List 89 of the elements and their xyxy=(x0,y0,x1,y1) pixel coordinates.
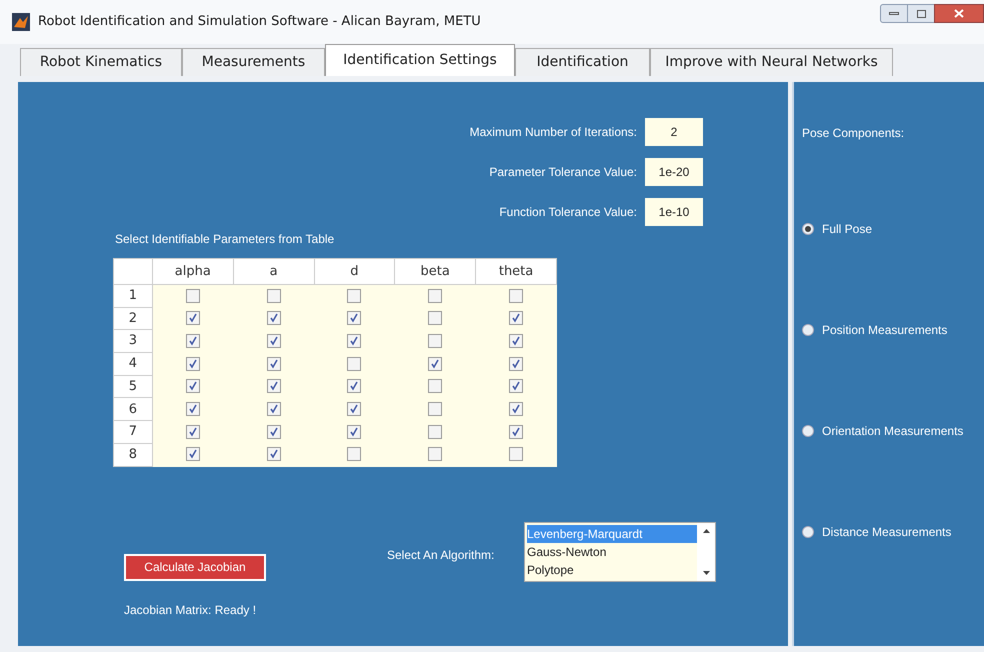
checkbox[interactable] xyxy=(428,379,442,394)
checkbox[interactable] xyxy=(509,424,524,439)
checkbox[interactable] xyxy=(186,447,200,462)
checkbox[interactable] xyxy=(428,424,442,439)
checkbox[interactable] xyxy=(509,288,524,303)
algorithm-label: Select An Algorithm: xyxy=(387,546,496,564)
checkbox[interactable] xyxy=(428,334,442,348)
algorithm-listbox[interactable]: Levenberg-Marquardt Gauss-Newton Polytope xyxy=(524,522,716,582)
setting-label: Maximum Number of Iterations: xyxy=(470,124,637,141)
checkbox[interactable] xyxy=(509,356,524,371)
checkbox[interactable] xyxy=(428,311,442,326)
setting-field[interactable]: 2 xyxy=(645,118,703,146)
checkbox[interactable] xyxy=(509,379,524,394)
checkbox[interactable] xyxy=(509,447,524,462)
pose-title: Pose Components: xyxy=(802,125,906,142)
column-header: a xyxy=(233,258,314,284)
row-header: 4 xyxy=(114,352,152,376)
close-icon xyxy=(954,9,964,18)
row-header: 7 xyxy=(114,420,152,444)
tab[interactable]: Identification Settings xyxy=(325,44,515,76)
radio-label: Orientation Measurements xyxy=(822,423,964,440)
checkbox[interactable] xyxy=(347,356,362,371)
checkbox[interactable] xyxy=(266,356,281,371)
row-header: 2 xyxy=(114,307,152,330)
checkbox[interactable] xyxy=(347,288,362,303)
checkbox[interactable] xyxy=(186,402,200,416)
list-option[interactable]: Polytope xyxy=(527,560,697,578)
checkbox[interactable] xyxy=(347,311,362,326)
checkbox[interactable] xyxy=(186,311,200,326)
checkbox[interactable] xyxy=(428,356,442,371)
column-header: theta xyxy=(476,258,556,284)
minimize-button[interactable] xyxy=(880,4,908,23)
row-header: 3 xyxy=(114,330,152,353)
calculate-jacobian-button[interactable]: Calculate Jacobian xyxy=(124,554,266,580)
tab[interactable]: Measurements xyxy=(182,48,325,76)
checkbox[interactable] xyxy=(266,288,281,303)
setting-label: Parameter Tolerance Value: xyxy=(489,164,637,181)
maximize-button[interactable] xyxy=(908,4,934,23)
column-header: alpha xyxy=(152,258,234,284)
app-icon xyxy=(12,13,30,31)
checkbox[interactable] xyxy=(266,334,281,348)
radio-button[interactable] xyxy=(802,223,814,235)
radio-button[interactable] xyxy=(802,425,814,437)
checkbox[interactable] xyxy=(186,424,200,439)
checkbox[interactable] xyxy=(509,311,524,326)
checkbox[interactable] xyxy=(266,311,281,326)
row-header: 8 xyxy=(114,443,152,466)
checkbox[interactable] xyxy=(266,447,281,462)
tab[interactable]: Robot Kinematics xyxy=(20,48,182,76)
checkbox[interactable] xyxy=(347,447,362,462)
checkbox[interactable] xyxy=(186,288,200,303)
checkbox[interactable] xyxy=(347,379,362,394)
jacobian-status: Jacobian Matrix: Ready ! xyxy=(124,602,256,618)
checkbox[interactable] xyxy=(186,356,200,371)
row-header: 1 xyxy=(114,284,152,308)
checkbox[interactable] xyxy=(509,402,524,416)
row-header: 5 xyxy=(114,375,152,398)
radio-button[interactable] xyxy=(802,526,814,538)
close-button[interactable] xyxy=(934,4,984,23)
column-header: d xyxy=(314,258,395,284)
radio-label: Position Measurements xyxy=(822,322,948,339)
checkbox[interactable] xyxy=(428,288,442,303)
radio-label: Distance Measurements xyxy=(822,524,952,541)
checkbox[interactable] xyxy=(266,379,281,394)
scrollbar[interactable] xyxy=(697,522,715,580)
radio-button[interactable] xyxy=(802,324,814,336)
checkbox[interactable] xyxy=(266,402,281,416)
table-caption: Select Identifiable Parameters from Table xyxy=(115,232,336,246)
checkbox[interactable] xyxy=(266,424,281,439)
checkbox[interactable] xyxy=(347,402,362,416)
checkbox[interactable] xyxy=(347,424,362,439)
tab[interactable]: Identification xyxy=(515,48,650,76)
list-option[interactable]: Gauss-Newton xyxy=(527,542,697,560)
setting-label: Function Tolerance Value: xyxy=(499,204,637,221)
checkbox[interactable] xyxy=(509,334,524,348)
scroll-up-icon[interactable] xyxy=(702,528,710,532)
radio-label: Full Pose xyxy=(822,221,872,238)
checkbox[interactable] xyxy=(428,402,442,416)
window-title: Robot Identification and Simulation Software - Alican Bayram, METU xyxy=(38,13,481,32)
scroll-down-icon[interactable] xyxy=(702,570,710,574)
setting-field[interactable]: 1e-20 xyxy=(645,158,703,186)
column-header: beta xyxy=(394,258,476,284)
checkbox[interactable] xyxy=(186,334,200,348)
tab[interactable]: Improve with Neural Networks xyxy=(650,48,893,76)
checkbox[interactable] xyxy=(347,334,362,348)
row-header: 6 xyxy=(114,398,152,421)
checkbox[interactable] xyxy=(186,379,200,394)
checkbox[interactable] xyxy=(428,447,442,462)
setting-field[interactable]: 1e-10 xyxy=(645,198,703,226)
